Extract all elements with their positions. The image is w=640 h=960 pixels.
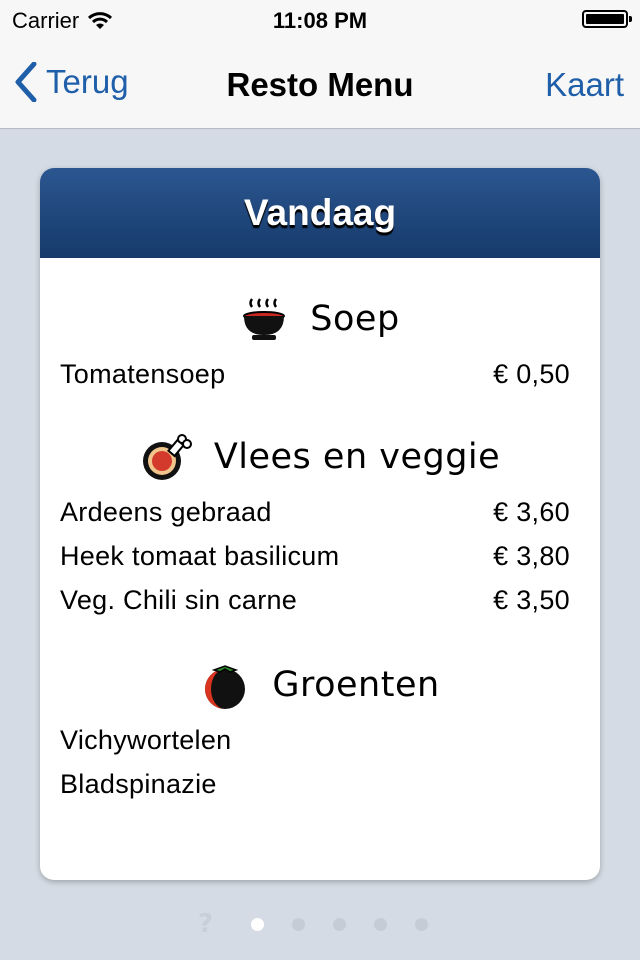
tomato-icon <box>200 660 250 710</box>
navigation-bar: Terug Resto Menu Kaart <box>0 40 640 128</box>
meat-drumstick-icon <box>140 431 192 483</box>
section-meat: Vlees en veggie <box>40 424 600 490</box>
menu-item-price: € 3,80 <box>493 541 570 571</box>
page-dot[interactable] <box>333 917 347 931</box>
soup-bowl-icon <box>240 295 288 343</box>
page-dot[interactable] <box>374 917 388 931</box>
menu-item-price: € 3,50 <box>493 585 570 615</box>
top-bar: Carrier 11:08 PM Terug Resto Menu Kaart <box>0 0 640 129</box>
menu-item: Veg. Chili sin carne € 3,50 <box>40 578 600 622</box>
chevron-left-icon <box>15 62 37 102</box>
menu-item-price: € 3,60 <box>493 497 570 527</box>
status-time: 11:08 PM <box>272 8 368 33</box>
section-soup: Soep <box>40 286 600 352</box>
page-dot[interactable] <box>415 917 429 931</box>
menu-item-name: Ardeens gebraad <box>60 497 272 527</box>
section-vegetables: Groenten <box>40 652 600 718</box>
section-title-label: Vlees en veggie <box>213 437 501 477</box>
back-button[interactable]: Terug <box>14 62 129 102</box>
status-bar: Carrier 11:08 PM <box>0 0 640 40</box>
card-header: Vandaag <box>40 168 600 258</box>
battery-icon <box>582 10 632 28</box>
menu-item-name: Veg. Chili sin carne <box>60 585 298 615</box>
section-title-label: Groenten <box>272 665 440 705</box>
menu-item: Heek tomaat basilicum € 3,80 <box>40 534 600 578</box>
map-button[interactable]: Kaart <box>545 66 624 104</box>
page-control[interactable]: ? <box>0 909 640 939</box>
back-button-label: Terug <box>46 63 129 100</box>
menu-item-price: € 0,50 <box>493 359 570 389</box>
menu-item: Tomatensoep € 0,50 <box>40 352 600 396</box>
menu-item: Vichywortelen <box>40 718 600 762</box>
page-dot-active[interactable] <box>251 917 265 931</box>
menu-card: Vandaag Soep Tomatensoep € 0,50 Vlees en… <box>40 168 600 880</box>
section-title-label: Soep <box>310 299 400 339</box>
menu-item: Ardeens gebraad € 3,60 <box>40 490 600 534</box>
page-dot[interactable] <box>292 917 306 931</box>
help-icon[interactable]: ? <box>198 909 213 939</box>
menu-item-name: Bladspinazie <box>60 769 217 799</box>
card-title: Vandaag <box>243 192 397 233</box>
menu-item-name: Heek tomaat basilicum <box>60 541 340 571</box>
menu-item-name: Vichywortelen <box>60 725 232 755</box>
menu-item-name: Tomatensoep <box>60 359 226 389</box>
menu-item: Bladspinazie <box>40 762 600 806</box>
